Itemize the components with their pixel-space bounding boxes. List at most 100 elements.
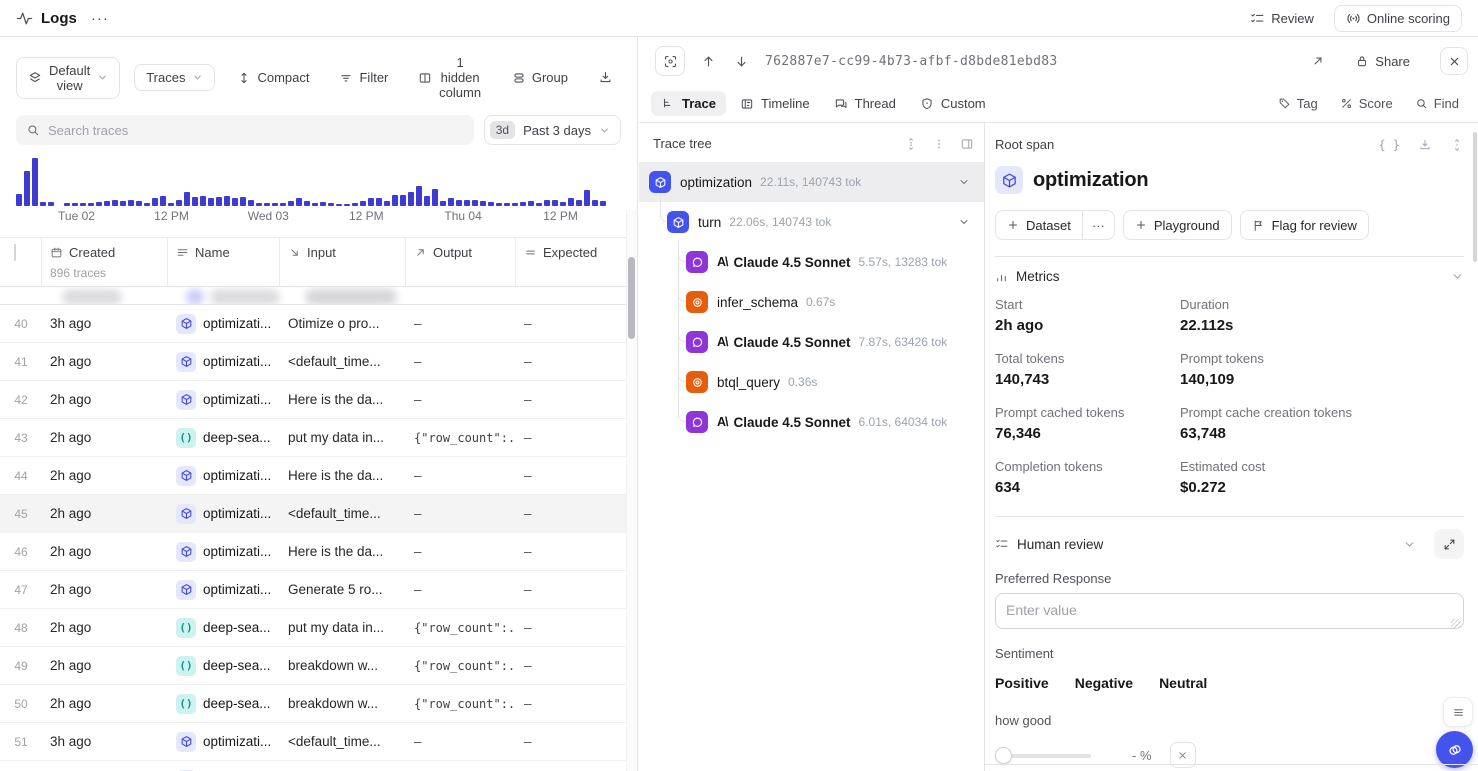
resize-tree-button[interactable] — [904, 137, 918, 151]
histogram-bar[interactable] — [128, 200, 134, 206]
histogram-bar[interactable] — [304, 201, 310, 206]
traces-selector[interactable]: Traces — [134, 64, 215, 91]
histogram-bar[interactable] — [344, 204, 350, 206]
find-button[interactable]: Find — [1406, 91, 1468, 116]
histogram-bar[interactable] — [160, 196, 166, 206]
histogram-bar[interactable] — [32, 158, 38, 206]
histogram-bar[interactable] — [504, 203, 510, 206]
histogram-bar[interactable] — [272, 203, 278, 206]
histogram-bar[interactable] — [144, 203, 150, 206]
histogram-bar[interactable] — [528, 201, 534, 206]
tab-custom[interactable]: Custom — [910, 91, 996, 116]
expand-sections-button[interactable] — [1450, 138, 1464, 152]
histogram-bar[interactable] — [192, 197, 198, 206]
table-row[interactable]: 482h ago()deep-sea...put my data in...{"… — [0, 609, 637, 647]
expand-review-button[interactable] — [1434, 529, 1464, 559]
assistant-fab[interactable] — [1436, 731, 1473, 768]
table-row[interactable]: 492h ago()deep-sea...breakdown w...{"row… — [0, 647, 637, 685]
group-button[interactable]: Group — [504, 65, 576, 90]
focus-scan-button[interactable] — [655, 46, 685, 76]
column-header-output[interactable]: Output — [406, 238, 516, 286]
dataset-more-button[interactable]: ··· — [1083, 210, 1115, 240]
select-all-checkbox[interactable] — [14, 244, 16, 261]
review-button[interactable]: Review — [1242, 6, 1322, 31]
histogram-bar[interactable] — [448, 198, 454, 206]
column-header-created[interactable]: Created 896 traces — [42, 238, 168, 286]
trace-tree-node[interactable]: optimization22.11s, 140743 tok — [639, 162, 984, 202]
histogram-bar[interactable] — [208, 198, 214, 206]
table-row[interactable]: 502h ago()deep-sea...breakdown w...{"row… — [0, 685, 637, 723]
histogram-bar[interactable] — [360, 201, 366, 206]
histogram-bar[interactable] — [296, 198, 302, 206]
add-to-playground-button[interactable]: Playground — [1123, 210, 1232, 240]
tab-thread[interactable]: Thread — [824, 91, 906, 116]
json-view-button[interactable]: { } — [1378, 138, 1400, 152]
trace-tree-node[interactable]: A\Claude 4.5 Sonnet5.57s, 13283 tok — [639, 242, 984, 282]
tree-menu-button[interactable] — [932, 137, 946, 151]
tag-button[interactable]: Tag — [1269, 91, 1327, 116]
table-row[interactable]: 403h agooptimizati...Otimize o pro...–– — [0, 305, 637, 343]
metrics-section-header[interactable]: Metrics — [995, 269, 1464, 284]
histogram-bar[interactable] — [120, 201, 126, 206]
share-button[interactable]: Share — [1355, 54, 1410, 69]
histogram-bar[interactable] — [200, 196, 206, 206]
histogram-bar[interactable] — [136, 201, 142, 206]
histogram-bar[interactable] — [328, 203, 334, 206]
table-row[interactable]: 412h agooptimizati...<default_time...–– — [0, 343, 637, 381]
previous-trace-button[interactable] — [699, 52, 718, 71]
chevron-down-icon[interactable] — [1451, 270, 1464, 283]
histogram-bar[interactable] — [320, 202, 326, 206]
histogram-bar[interactable] — [184, 192, 190, 206]
trace-tree-node[interactable]: btql_query0.36s — [639, 362, 984, 402]
trace-tree-node[interactable]: A\Claude 4.5 Sonnet7.87s, 63426 tok — [639, 322, 984, 362]
histogram-bar[interactable] — [112, 200, 118, 206]
human-review-section-header[interactable]: Human review — [995, 529, 1464, 559]
histogram-bar[interactable] — [232, 198, 238, 206]
page-menu-button[interactable]: ··· — [91, 10, 109, 27]
histogram-bar[interactable] — [488, 202, 494, 206]
histogram-bar[interactable] — [88, 203, 94, 206]
histogram-bar[interactable] — [72, 203, 78, 206]
how-good-slider[interactable] — [995, 747, 1091, 764]
table-row[interactable]: 523h agooptimizati...You are helpin...–– — [0, 761, 637, 771]
histogram-bar[interactable] — [40, 202, 46, 206]
table-row[interactable]: 432h ago()deep-sea...put my data in...{"… — [0, 419, 637, 457]
histogram-bar[interactable] — [24, 171, 30, 206]
histogram-bar[interactable] — [48, 202, 54, 206]
histogram-bar[interactable] — [496, 203, 502, 206]
tab-trace[interactable]: Trace — [651, 91, 726, 116]
histogram-bar[interactable] — [520, 202, 526, 206]
preferred-response-input[interactable] — [995, 593, 1464, 629]
histogram-bar[interactable] — [280, 203, 286, 206]
histogram-bar[interactable] — [216, 197, 222, 206]
flag-for-review-button[interactable]: Flag for review — [1240, 210, 1369, 240]
histogram-bar[interactable] — [376, 198, 382, 206]
table-row[interactable]: 422h agooptimizati...Here is the da...–– — [0, 381, 637, 419]
histogram-bar[interactable] — [400, 195, 406, 206]
table-row[interactable]: 472h agooptimizati...Generate 5 ro...–– — [0, 571, 637, 609]
slider-thumb[interactable] — [995, 747, 1012, 764]
histogram-bar[interactable] — [424, 196, 430, 206]
histogram-bar[interactable] — [248, 200, 254, 206]
chevron-down-icon[interactable] — [958, 176, 970, 188]
histogram-bar[interactable] — [152, 198, 158, 206]
histogram-bar[interactable] — [464, 200, 470, 206]
histogram-bar[interactable] — [440, 201, 446, 206]
sentiment-neutral-button[interactable]: Neutral — [1159, 673, 1207, 693]
histogram-bar[interactable] — [384, 201, 390, 206]
histogram-bar[interactable] — [552, 200, 558, 206]
histogram-bar[interactable] — [568, 198, 574, 206]
histogram-bar[interactable] — [576, 200, 582, 206]
next-trace-button[interactable] — [732, 52, 751, 71]
panel-scrollbar-thumb[interactable] — [1473, 132, 1477, 262]
compact-toggle[interactable]: Compact — [229, 65, 317, 90]
table-row[interactable]: 462h agooptimizati...Here is the da...–– — [0, 533, 637, 571]
histogram-bar[interactable] — [536, 203, 542, 206]
table-scrollbar-thumb[interactable] — [628, 257, 635, 339]
histogram-bar[interactable] — [336, 204, 342, 206]
histogram-bar[interactable] — [104, 201, 110, 206]
side-menu-button[interactable] — [1443, 697, 1473, 727]
chevron-down-icon[interactable] — [1403, 538, 1416, 551]
download-button[interactable] — [590, 65, 621, 90]
histogram-bar[interactable] — [512, 203, 518, 206]
